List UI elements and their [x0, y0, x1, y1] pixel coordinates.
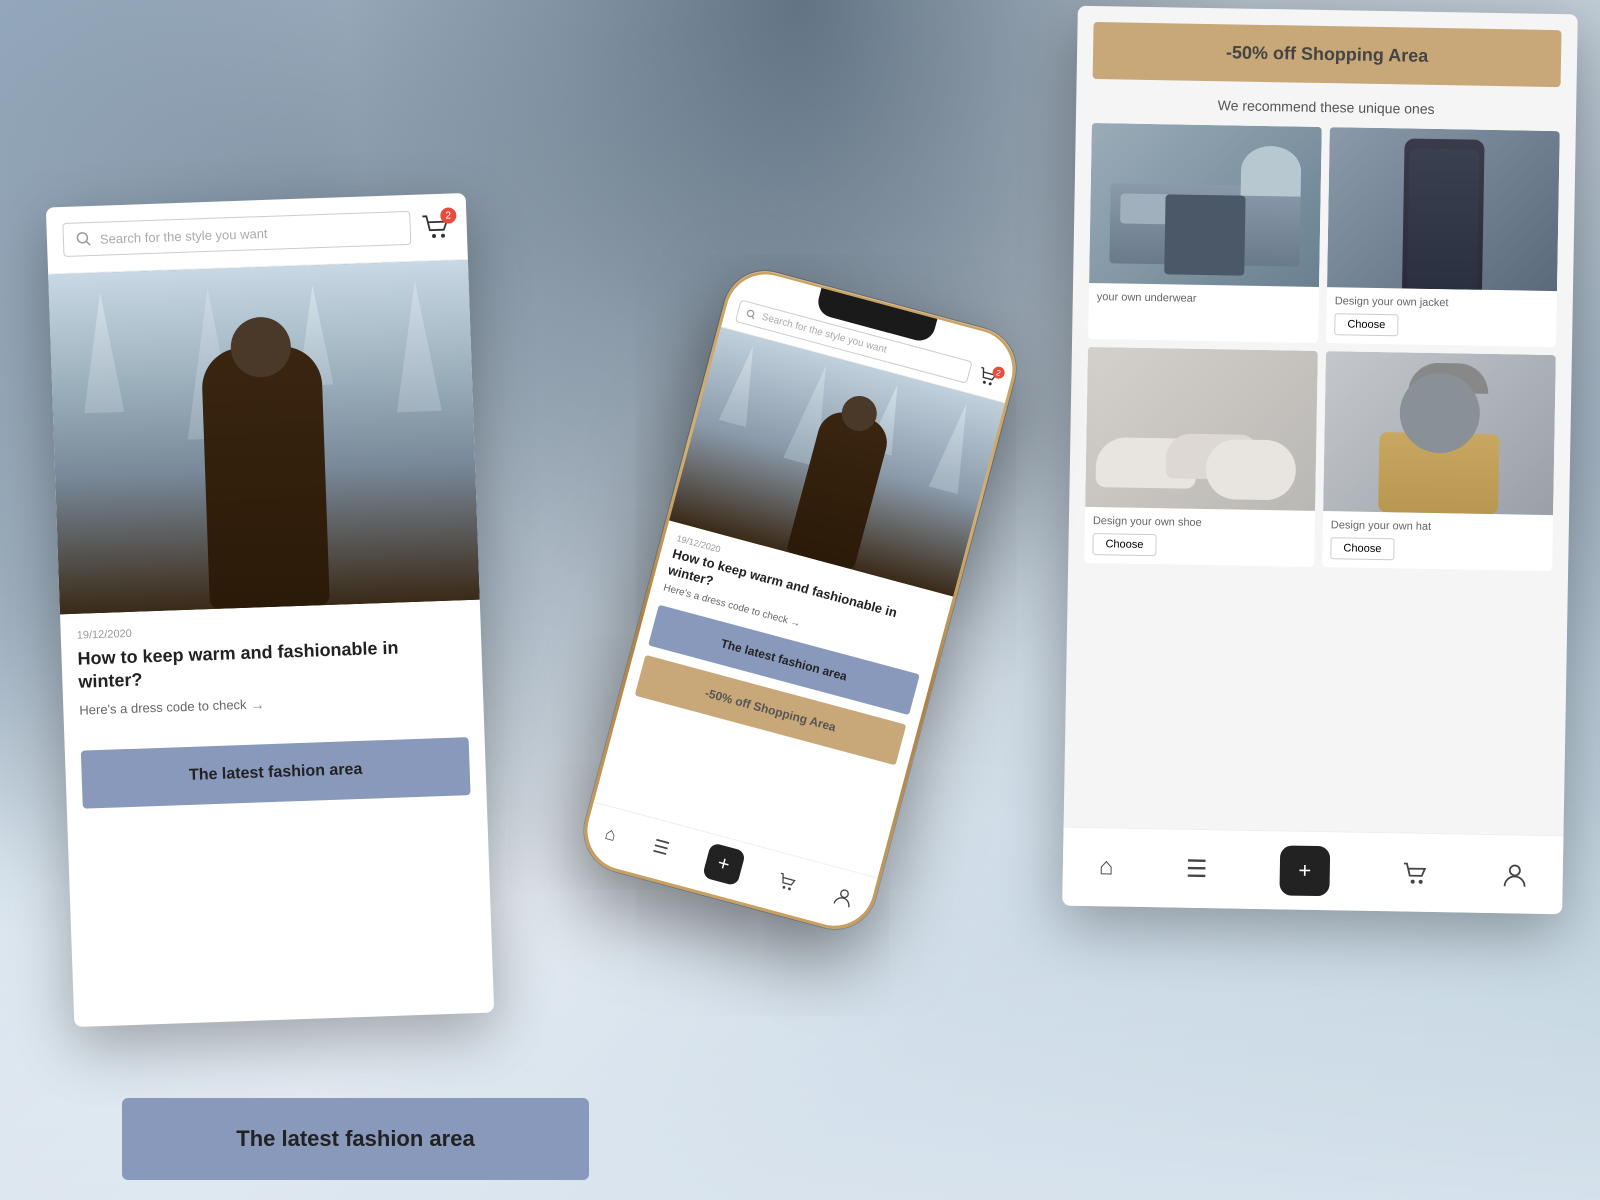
products-grid: your own underwear Design your own jacke… [1068, 123, 1576, 572]
right-nav-add-btn[interactable]: + [1279, 845, 1330, 896]
search-icon [76, 231, 93, 248]
left-fashion-btn[interactable]: The latest fashion area [81, 737, 471, 809]
product-card-1: your own underwear [1088, 123, 1322, 343]
left-cart-icon-area[interactable]: 2 [420, 213, 451, 240]
product-card-2: Design your own jacket Choose [1326, 127, 1560, 347]
phone-nav-menu[interactable]: ☰ [651, 835, 672, 859]
article-arrow[interactable]: → [250, 696, 265, 712]
right-nav-home-icon[interactable]: ⌂ [1099, 853, 1114, 881]
left-article: 19/12/2020 How to keep warm and fashiona… [60, 600, 484, 735]
left-hero-image [48, 260, 480, 614]
right-nav-cart-icon[interactable] [1402, 858, 1430, 886]
product-label-4: Design your own hat [1331, 519, 1545, 535]
article-desc: Here's a dress code to check → [79, 689, 467, 719]
product-info-1: your own underwear [1088, 283, 1319, 321]
product-img-2 [1327, 127, 1560, 291]
left-search-box[interactable]: Search for the style you want [62, 211, 411, 257]
phone-nav-profile[interactable] [832, 884, 855, 909]
right-bottom-nav: ⌂ ☰ + [1062, 827, 1563, 915]
product-img-3 [1085, 347, 1318, 511]
phone-nav-add[interactable]: + [701, 842, 745, 886]
search-placeholder-text: Search for the style you want [100, 225, 268, 246]
product-info-2: Design your own jacket Choose [1326, 287, 1557, 347]
choose-btn-3[interactable]: Choose [1092, 533, 1156, 556]
article-title: How to keep warm and fashionable in wint… [77, 634, 466, 694]
figure-silhouette [180, 314, 350, 609]
cart-badge: 2 [440, 207, 457, 224]
phone-cart-icon[interactable]: 2 [975, 366, 1001, 389]
right-promo-banner[interactable]: -50% off Shopping Area [1093, 22, 1562, 87]
phone-nav-home[interactable]: ⌂ [603, 822, 619, 845]
left-panel: Search for the style you want 2 19/12/20… [46, 193, 494, 1027]
choose-btn-2[interactable]: Choose [1334, 313, 1398, 336]
product-label-1: your own underwear [1097, 291, 1311, 307]
product-info-3: Design your own shoe Choose [1084, 507, 1315, 567]
phone-search-icon [745, 308, 757, 320]
product-card-4: Design your own hat Choose [1322, 351, 1556, 571]
product-img-1 [1089, 123, 1322, 287]
phone-nav-cart[interactable] [775, 869, 800, 894]
bottom-fashion-btn[interactable]: The latest fashion area [122, 1098, 589, 1180]
right-panel: -50% off Shopping Area We recommend thes… [1062, 6, 1578, 915]
recommend-title: We recommend these unique ones [1076, 95, 1576, 120]
product-card-3: Design your own shoe Choose [1084, 347, 1318, 567]
right-nav-profile-icon[interactable] [1502, 860, 1526, 888]
product-info-4: Design your own hat Choose [1322, 511, 1553, 571]
bottom-left-section: The latest fashion area [122, 1098, 589, 1180]
product-label-3: Design your own shoe [1093, 515, 1307, 531]
right-nav-menu-icon[interactable]: ☰ [1186, 854, 1208, 883]
product-img-4 [1323, 351, 1556, 515]
product-label-2: Design your own jacket [1335, 295, 1549, 311]
choose-btn-4[interactable]: Choose [1330, 537, 1394, 560]
